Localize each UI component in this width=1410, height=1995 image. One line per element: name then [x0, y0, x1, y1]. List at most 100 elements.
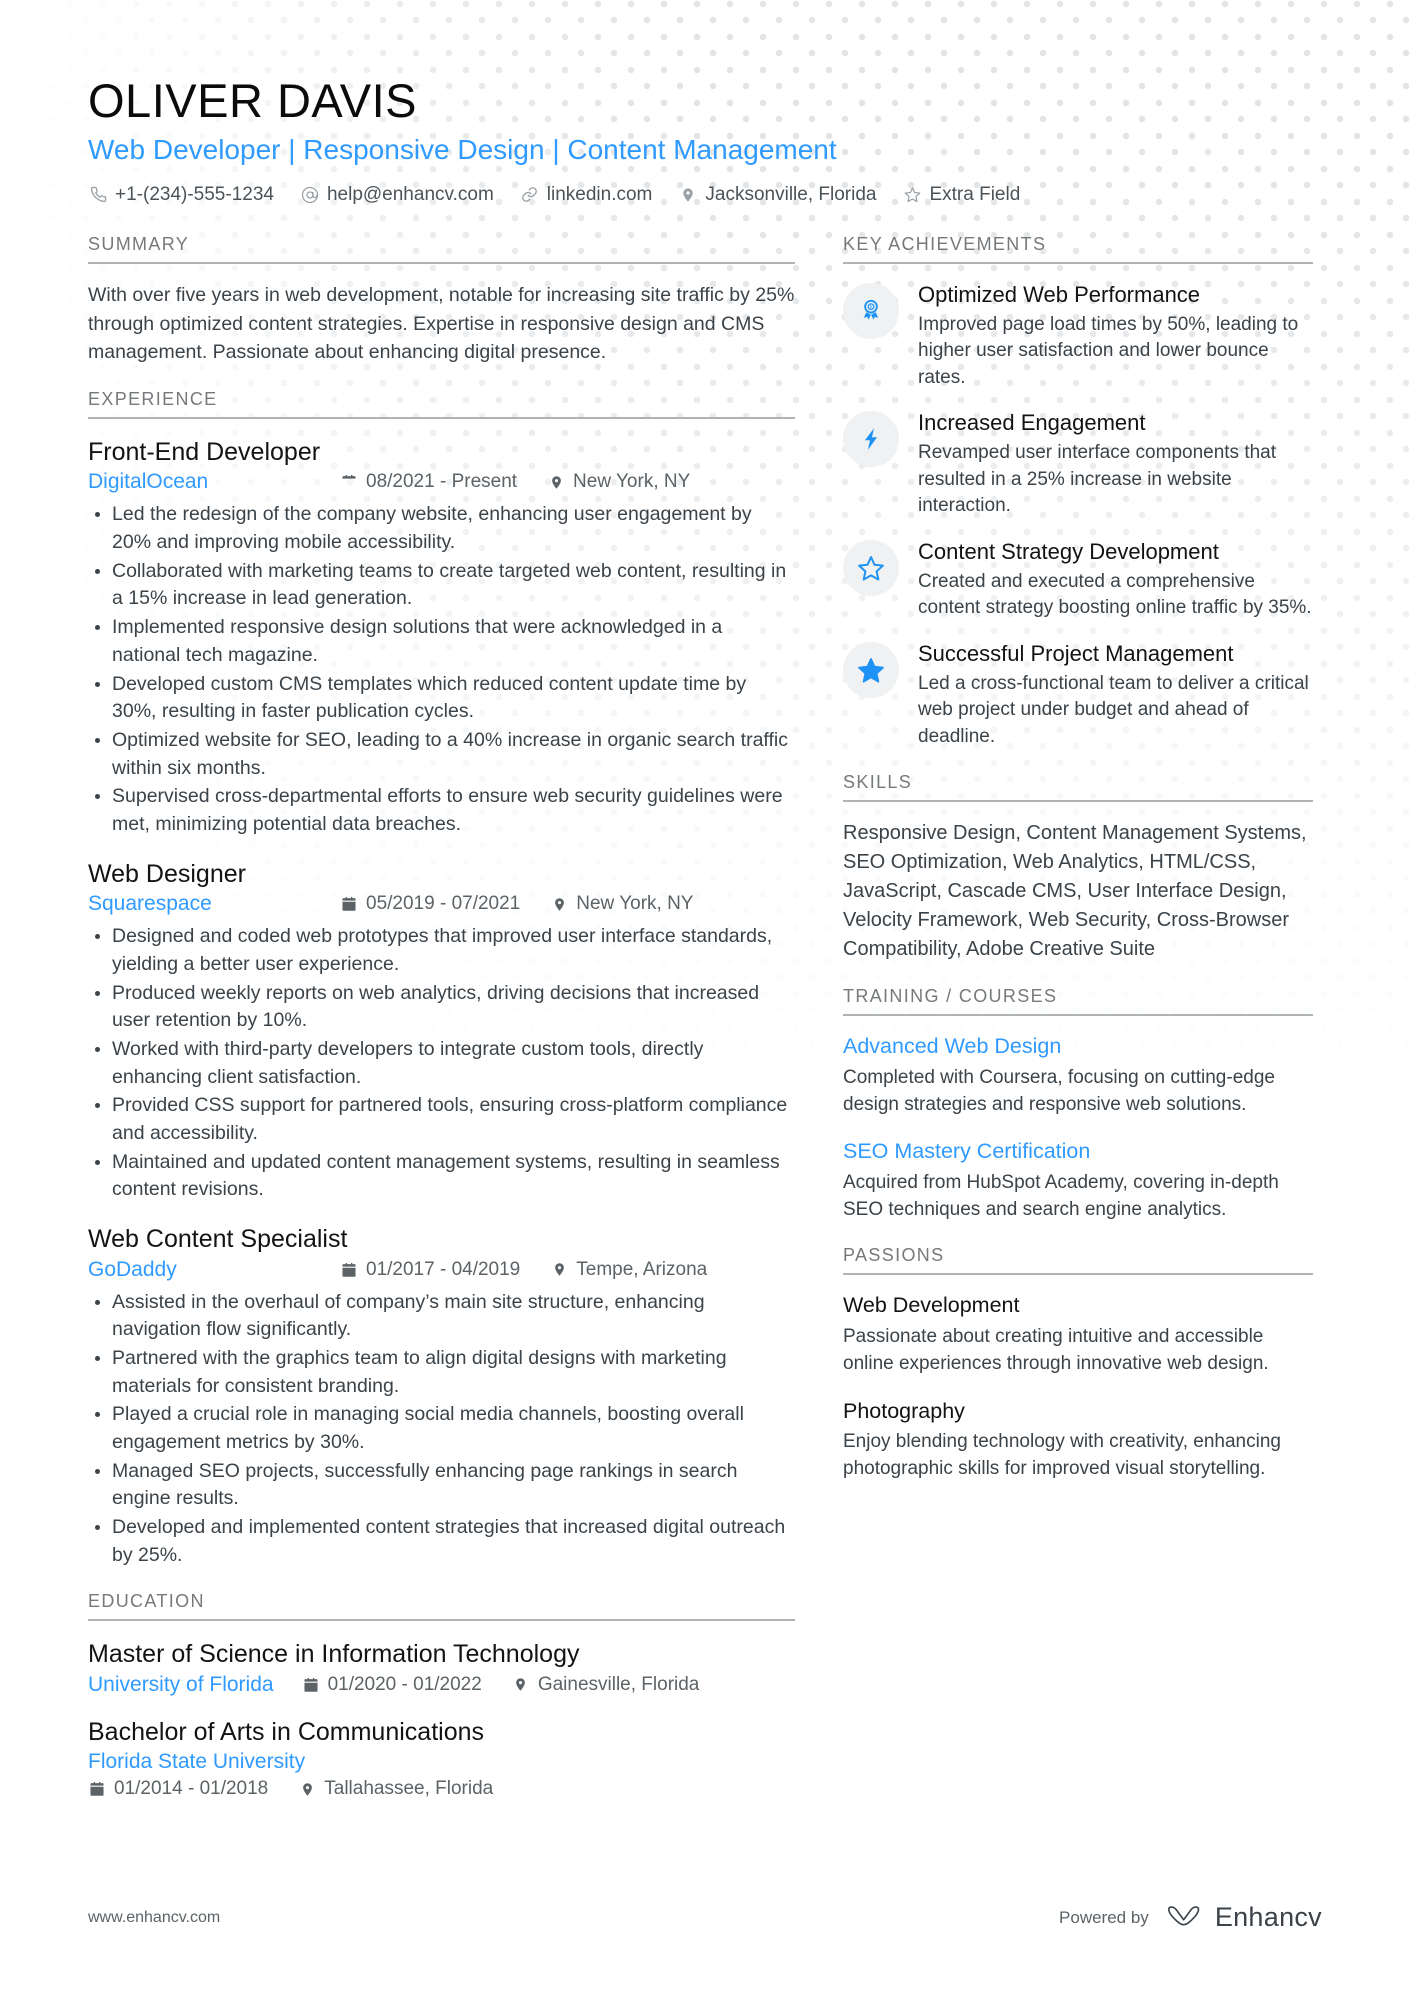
experience-location: New York, NY [550, 893, 693, 915]
achievement-body: Content Strategy Development Created and… [918, 538, 1313, 622]
star-filled-icon [843, 641, 899, 698]
training-item: SEO Mastery Certification Acquired from … [843, 1138, 1313, 1223]
bullet-item: Partnered with the graphics team to alig… [88, 1345, 795, 1400]
contact-location: Jacksonville, Florida [678, 184, 876, 206]
experience-meta: DigitalOcean 08/2021 - Present New York,… [88, 470, 795, 494]
achievement-title: Successful Project Management [918, 640, 1234, 666]
resume-page: OLIVER DAVIS Web Developer | Responsive … [0, 0, 1410, 1995]
experience-dates: 01/2017 - 04/2019 [340, 1259, 520, 1281]
location-icon [550, 1261, 568, 1279]
section-divider [843, 261, 1313, 264]
experience-bullets: Assisted in the overhaul of company’s ma… [88, 1289, 795, 1570]
experience-job-title: Web Content Specialist [88, 1225, 348, 1253]
phone-icon [88, 185, 108, 205]
resume-header: OLIVER DAVIS Web Developer | Responsive … [88, 0, 1322, 206]
education-location-text: Tallahassee, Florida [324, 1778, 494, 1800]
experience-meta: GoDaddy 01/2017 - 04/2019 Tempe, Arizona [88, 1258, 795, 1282]
experience-location-text: New York, NY [576, 893, 694, 915]
contact-linkedin[interactable]: linkedin.com [520, 184, 652, 206]
footer-website-url[interactable]: www.enhancv.com [88, 1909, 220, 1927]
education-school[interactable]: Florida State University [88, 1750, 767, 1774]
education-school[interactable]: University of Florida [88, 1673, 274, 1697]
contact-email[interactable]: help@enhancv.com [300, 184, 494, 206]
experience-dates: 05/2019 - 07/2021 [340, 893, 520, 915]
training-description: Acquired from HubSpot Academy, covering … [843, 1172, 1279, 1220]
contact-email-text: help@enhancv.com [326, 183, 494, 205]
bullet-item: Developed and implemented content strate… [88, 1514, 795, 1569]
star-icon [902, 185, 922, 205]
section-divider [843, 800, 1313, 803]
passion-description: Enjoy blending technology with creativit… [843, 1431, 1281, 1479]
section-divider [843, 1273, 1313, 1276]
experience-dates-text: 05/2019 - 07/2021 [366, 893, 521, 915]
section-divider [88, 416, 795, 419]
bullet-item: Led the redesign of the company website,… [88, 501, 795, 556]
experience-company[interactable]: DigitalOcean [88, 470, 340, 494]
training-title[interactable]: SEO Mastery Certification [843, 1138, 1313, 1165]
section-heading-experience: EXPERIENCE [88, 388, 218, 409]
bullet-item: Managed SEO projects, successfully enhan… [88, 1458, 795, 1513]
bullet-item: Implemented responsive design solutions … [88, 614, 795, 669]
location-icon [298, 1780, 316, 1798]
education-dates: 01/2020 - 01/2022 [302, 1674, 482, 1696]
education-meta: University of Florida 01/2020 - 01/2022 … [88, 1673, 795, 1697]
enhancv-brand-name: Enhancv [1214, 1902, 1322, 1932]
calendar-icon [340, 895, 358, 913]
bullet-item: Played a crucial role in managing social… [88, 1401, 795, 1456]
section-divider [843, 1014, 1313, 1017]
achievement-body: Increased Engagement Revamped user inter… [918, 409, 1313, 520]
achievement-title: Increased Engagement [918, 410, 1146, 436]
achievement-item: Optimized Web Performance Improved page … [843, 281, 1313, 392]
education-meta: 01/2014 - 01/2018 Tallahassee, Florida [88, 1778, 795, 1800]
section-heading-training: TRAINING / COURSES [843, 986, 1058, 1007]
section-experience: EXPERIENCE Front-End Developer DigitalOc… [88, 389, 795, 1570]
left-column: SUMMARY With over five years in web deve… [88, 234, 795, 1819]
experience-entry: Web Content Specialist GoDaddy 01/2017 -… [88, 1223, 795, 1569]
section-summary: SUMMARY With over five years in web deve… [88, 234, 795, 367]
experience-meta: Squarespace 05/2019 - 07/2021 New York, … [88, 892, 795, 916]
location-icon [512, 1676, 530, 1694]
bullet-item: Optimized website for SEO, leading to a … [88, 727, 795, 782]
section-skills: SKILLS Responsive Design, Content Manage… [843, 772, 1313, 964]
education-location-text: Gainesville, Florida [537, 1673, 700, 1695]
achievement-item: Content Strategy Development Created and… [843, 538, 1313, 622]
achievement-item: Increased Engagement Revamped user inter… [843, 409, 1313, 520]
education-dates: 01/2014 - 01/2018 [88, 1778, 268, 1800]
calendar-icon [340, 473, 358, 491]
location-icon [547, 473, 565, 491]
education-entry: Master of Science in Information Technol… [88, 1638, 795, 1697]
experience-company[interactable]: Squarespace [88, 892, 340, 916]
summary-text: With over five years in web development,… [88, 283, 795, 364]
contact-phone[interactable]: +1-(234)-555-1234 [88, 184, 274, 206]
achievement-description: Led a cross-functional team to deliver a… [918, 672, 1309, 747]
bullet-item: Worked with third-party developers to in… [88, 1036, 795, 1091]
bullet-item: Developed custom CMS templates which red… [88, 671, 795, 726]
education-degree: Bachelor of Arts in Communications [88, 1717, 485, 1746]
award-ribbon-icon [843, 282, 899, 339]
achievement-title: Content Strategy Development [918, 538, 1219, 564]
education-entry: Bachelor of Arts in Communications Flori… [88, 1716, 795, 1801]
location-icon [550, 895, 568, 913]
experience-job-title: Web Designer [88, 859, 246, 888]
passion-title: Web Development [843, 1293, 1020, 1318]
experience-bullets: Designed and coded web prototypes that i… [88, 923, 795, 1204]
bullet-item: Supervised cross-departmental efforts to… [88, 783, 795, 838]
experience-company[interactable]: GoDaddy [88, 1258, 340, 1282]
education-dates-text: 01/2020 - 01/2022 [327, 1673, 482, 1695]
experience-location-text: Tempe, Arizona [576, 1258, 708, 1280]
achievement-description: Improved page load times by 50%, leading… [918, 313, 1299, 388]
lightning-bolt-icon [843, 411, 899, 468]
experience-job-title: Front-End Developer [88, 437, 321, 466]
section-key-achievements: KEY ACHIEVEMENTS Optimized Web Performan… [843, 234, 1313, 750]
resume-columns: SUMMARY With over five years in web deve… [88, 234, 1322, 1819]
powered-by-label: Powered by [1059, 1907, 1149, 1927]
professional-headline: Web Developer | Responsive Design | Cont… [88, 133, 837, 165]
contact-phone-text: +1-(234)-555-1234 [115, 183, 274, 205]
section-heading-education: EDUCATION [88, 1591, 205, 1612]
experience-dates: 08/2021 - Present [340, 471, 517, 493]
training-title[interactable]: Advanced Web Design [843, 1033, 1313, 1060]
education-degree: Master of Science in Information Technol… [88, 1640, 580, 1669]
section-heading-key-achievements: KEY ACHIEVEMENTS [843, 233, 1047, 254]
section-heading-passions: PASSIONS [843, 1245, 945, 1266]
education-location: Gainesville, Florida [512, 1673, 700, 1696]
